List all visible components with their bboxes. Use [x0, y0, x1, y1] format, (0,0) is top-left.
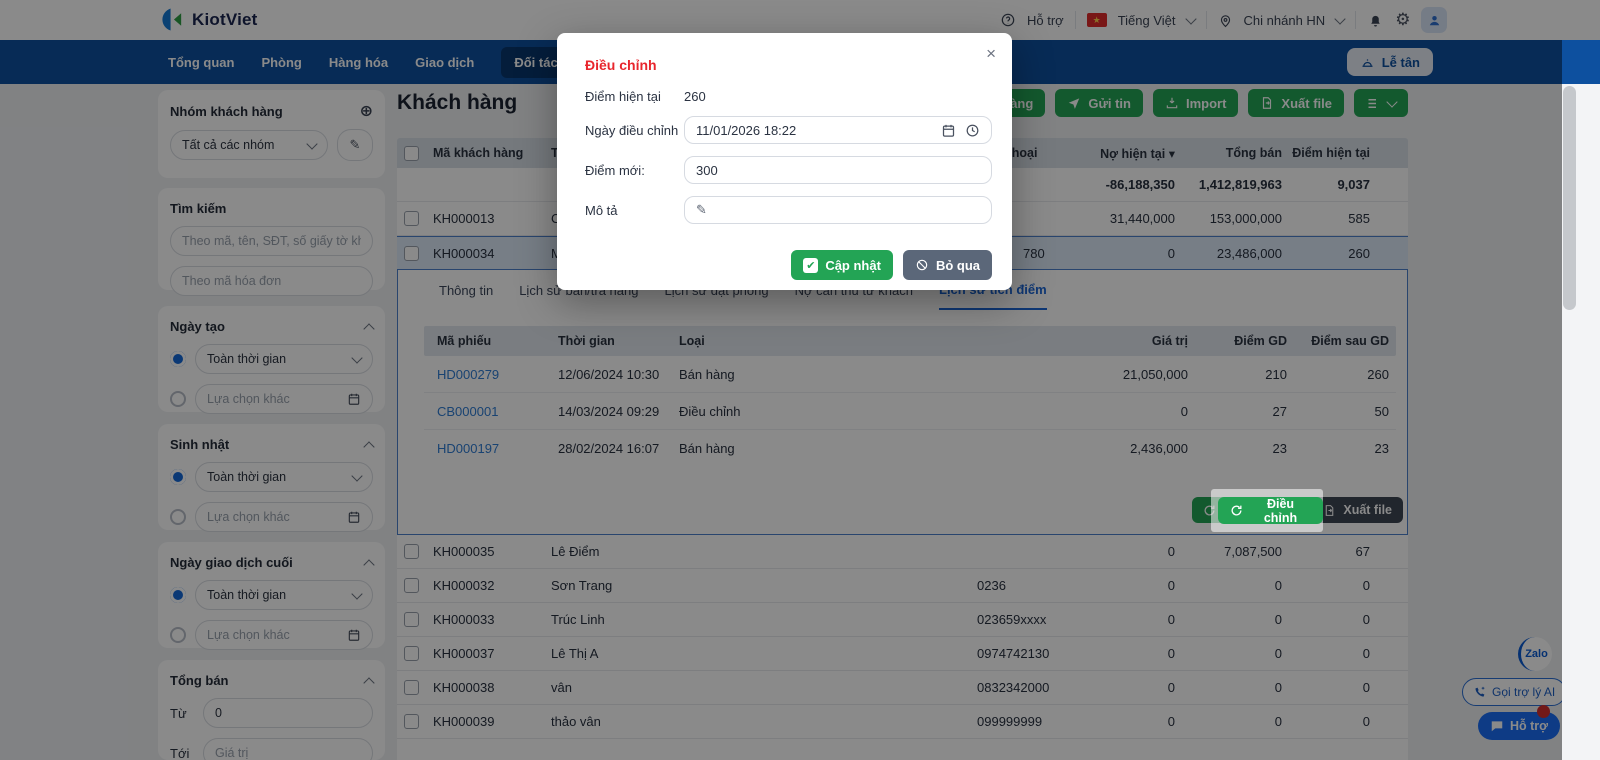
check-icon: ✔: [803, 257, 819, 273]
adjust-points-modal: Điều chỉnh × Điểm hiện tại 260 Ngày điều…: [557, 33, 1012, 290]
pencil-icon: ✎: [696, 202, 707, 217]
modal-title: Điều chỉnh: [585, 57, 657, 73]
close-icon[interactable]: ×: [986, 45, 996, 62]
cancel-button[interactable]: Bỏ qua: [902, 250, 992, 280]
current-points-value: 260: [684, 89, 706, 104]
ban-icon: [915, 258, 929, 272]
description-label: Mô tả: [585, 202, 618, 218]
description-input[interactable]: ✎: [684, 196, 992, 224]
clock-icon[interactable]: [965, 123, 980, 138]
adjust-date-label: Ngày điều chỉnh: [585, 122, 679, 138]
refresh-icon: [1230, 504, 1243, 517]
adjust-points-button-highlighted[interactable]: Điều chỉnh: [1218, 497, 1323, 525]
action-highlight-box: Điều chỉnh: [1211, 489, 1323, 532]
new-points-field[interactable]: [696, 162, 980, 178]
scrollbar-thumb[interactable]: [1563, 86, 1576, 310]
date-value-field[interactable]: [696, 122, 934, 138]
new-points-label: Điểm mới:: [585, 162, 645, 178]
current-points-label: Điểm hiện tại: [585, 89, 661, 104]
description-field[interactable]: [713, 202, 980, 218]
app-screen: KiotViet Hỗ trợ ★ Tiếng Việt Chi nhánh H…: [0, 0, 1600, 760]
adjust-date-input[interactable]: [684, 116, 992, 144]
calendar-icon[interactable]: [941, 123, 956, 138]
new-points-input[interactable]: [684, 156, 992, 184]
update-button[interactable]: ✔ Cập nhật: [791, 250, 893, 280]
